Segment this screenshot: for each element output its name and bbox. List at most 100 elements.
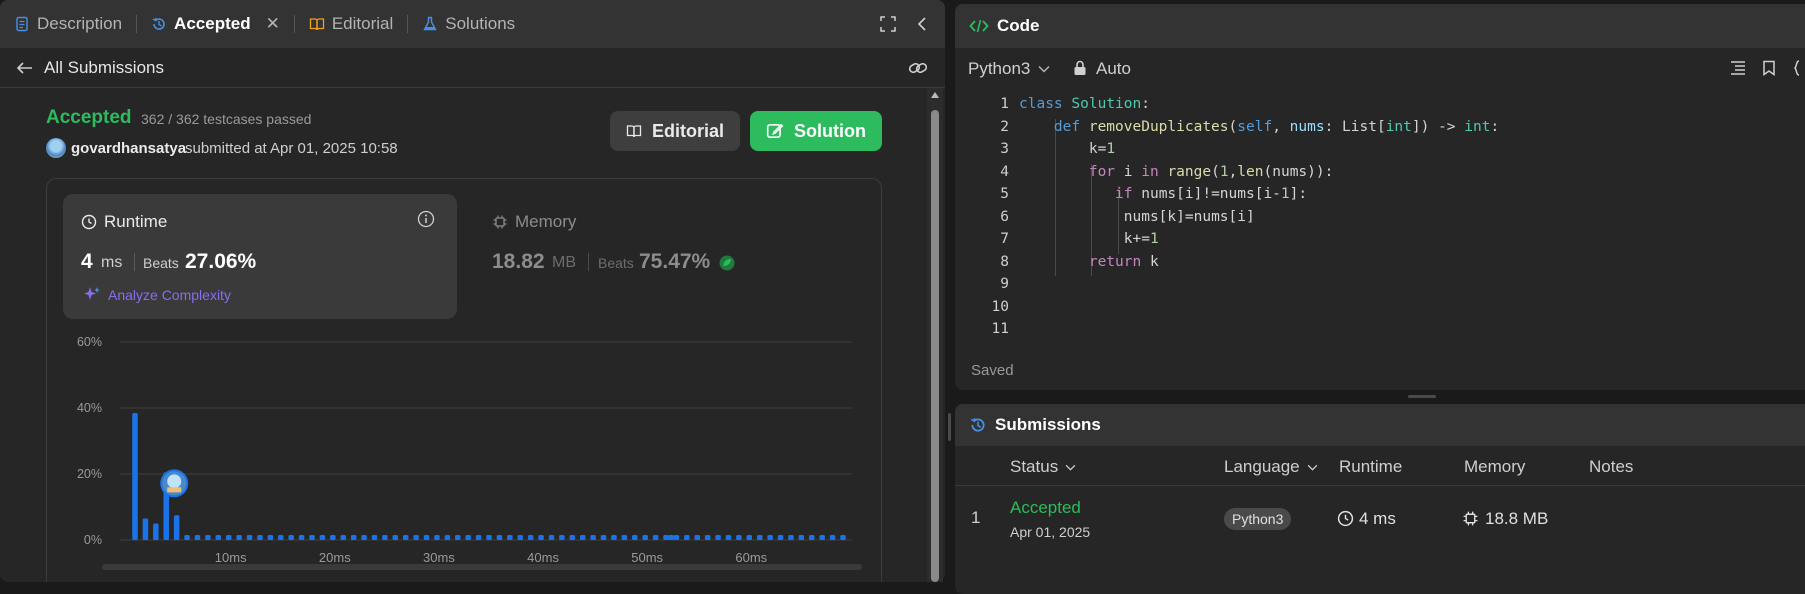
your-submission-avatar-marker[interactable] bbox=[160, 469, 189, 498]
chart-bar[interactable] bbox=[756, 535, 763, 540]
chart-bar[interactable] bbox=[142, 518, 149, 540]
chart-bar[interactable] bbox=[215, 535, 222, 540]
chart-bar[interactable] bbox=[704, 535, 711, 540]
language-select[interactable]: Python3 bbox=[968, 59, 1050, 79]
chart-bar[interactable] bbox=[132, 412, 138, 540]
chart-bar[interactable] bbox=[694, 535, 700, 540]
chart-bar[interactable] bbox=[663, 535, 669, 540]
close-icon[interactable]: ✕ bbox=[266, 14, 280, 34]
chart-bar[interactable] bbox=[632, 535, 638, 540]
chart-bar[interactable] bbox=[413, 535, 419, 540]
chart-bar[interactable] bbox=[611, 535, 617, 540]
chart-bar[interactable] bbox=[246, 535, 253, 540]
format-icon[interactable] bbox=[1730, 61, 1746, 75]
chart-bar[interactable] bbox=[153, 523, 159, 541]
chart-bar[interactable] bbox=[673, 535, 680, 540]
chart-bar[interactable] bbox=[767, 535, 773, 540]
chart-bar[interactable] bbox=[173, 515, 180, 540]
chart-bar[interactable] bbox=[725, 535, 732, 540]
chart-bar[interactable] bbox=[819, 535, 825, 540]
scrollbar-thumb[interactable] bbox=[931, 110, 939, 582]
chart-bar[interactable] bbox=[465, 535, 471, 540]
chart-bar[interactable] bbox=[298, 535, 305, 540]
chart-bar[interactable] bbox=[486, 535, 492, 540]
autocomplete-mode[interactable]: Auto bbox=[1096, 59, 1131, 79]
chart-bar[interactable] bbox=[267, 535, 274, 540]
chart-bar[interactable] bbox=[194, 535, 201, 540]
code-editor[interactable]: 1 2 3 4 5 6 7 8 9 10 11 class Solution: def removeD… bbox=[955, 96, 1805, 356]
table-row[interactable]: 1 Accepted Apr 01, 2025 Python3 4 ms 18.… bbox=[955, 486, 1805, 550]
chart-bar[interactable] bbox=[371, 535, 378, 540]
tab-description[interactable]: Description bbox=[14, 14, 122, 34]
chart-bar[interactable] bbox=[548, 535, 555, 540]
row-status[interactable]: Accepted bbox=[1010, 498, 1081, 518]
chart-bar[interactable] bbox=[475, 535, 482, 540]
chart-bar[interactable] bbox=[642, 535, 648, 540]
chart-bar[interactable] bbox=[652, 535, 659, 540]
chart-bar[interactable] bbox=[668, 535, 674, 540]
chart-bar[interactable] bbox=[809, 535, 815, 540]
resize-handle[interactable] bbox=[1408, 395, 1436, 398]
chart-bar[interactable] bbox=[527, 535, 534, 540]
chart-bar[interactable] bbox=[236, 535, 242, 540]
chart-bar[interactable] bbox=[309, 535, 315, 540]
chart-bar[interactable] bbox=[434, 535, 440, 540]
chart-bar[interactable] bbox=[538, 535, 544, 540]
chart-bar[interactable] bbox=[736, 535, 742, 540]
chart-bar[interactable] bbox=[330, 535, 336, 540]
chart-bar[interactable] bbox=[777, 535, 784, 540]
chart-bar[interactable] bbox=[559, 535, 565, 540]
chart-bar[interactable] bbox=[444, 535, 451, 540]
solution-button[interactable]: Solution bbox=[750, 111, 882, 151]
chart-bar[interactable] bbox=[590, 535, 596, 540]
chart-bar[interactable] bbox=[798, 535, 805, 540]
chart-bar[interactable] bbox=[402, 535, 409, 540]
arrow-left-icon[interactable] bbox=[16, 61, 34, 75]
left-scrollbar[interactable] bbox=[927, 88, 943, 582]
all-submissions-link[interactable]: All Submissions bbox=[44, 58, 164, 78]
chart-bar[interactable] bbox=[517, 535, 523, 540]
chart-bar[interactable] bbox=[205, 535, 211, 540]
language-column-header[interactable]: Language bbox=[1224, 457, 1318, 477]
chart-bar[interactable] bbox=[278, 535, 284, 540]
chart-bar[interactable] bbox=[746, 535, 753, 540]
chart-bar[interactable] bbox=[621, 535, 628, 540]
chart-bar[interactable] bbox=[382, 535, 388, 540]
editorial-button[interactable]: Editorial bbox=[610, 111, 740, 151]
analyze-complexity-link[interactable]: Analyze Complexity bbox=[108, 287, 231, 303]
chart-bar[interactable] bbox=[684, 535, 690, 540]
chart-bar[interactable] bbox=[319, 535, 326, 540]
info-icon[interactable] bbox=[417, 210, 435, 228]
username[interactable]: govardhansatya bbox=[71, 140, 186, 157]
chart-bar[interactable] bbox=[507, 535, 513, 540]
tab-editorial[interactable]: Editorial bbox=[309, 14, 393, 34]
resize-handle-vertical[interactable] bbox=[948, 413, 951, 441]
link-icon[interactable] bbox=[908, 59, 928, 77]
chart-bar[interactable] bbox=[361, 535, 367, 540]
chart-bar[interactable] bbox=[392, 535, 399, 540]
chart-bar[interactable] bbox=[715, 535, 721, 540]
chart-bar[interactable] bbox=[829, 535, 836, 540]
tab-accepted[interactable]: Accepted ✕ bbox=[151, 14, 280, 34]
bookmark-icon[interactable] bbox=[1762, 60, 1776, 76]
chart-bar[interactable] bbox=[423, 535, 430, 540]
chart-bar[interactable] bbox=[455, 535, 461, 540]
chart-bar[interactable] bbox=[788, 535, 794, 540]
chart-bar[interactable] bbox=[288, 535, 294, 540]
chart-bar[interactable] bbox=[579, 535, 586, 540]
chart-bar[interactable] bbox=[350, 535, 357, 540]
chart-bar[interactable] bbox=[225, 535, 232, 540]
fullscreen-icon[interactable] bbox=[880, 16, 896, 32]
status-column-header[interactable]: Status bbox=[1010, 457, 1076, 477]
chart-bar[interactable] bbox=[569, 535, 576, 540]
runtime-card[interactable]: Runtime 4 ms Beats 27.06% Analyze Comple… bbox=[63, 194, 457, 319]
chart-bar[interactable] bbox=[496, 535, 503, 540]
chart-bar[interactable] bbox=[600, 535, 607, 540]
memory-card[interactable]: Memory 18.82 MB Beats 75.47% bbox=[474, 194, 868, 319]
tab-solutions[interactable]: Solutions bbox=[422, 14, 515, 34]
chart-range-slider[interactable] bbox=[102, 564, 862, 570]
chart-bar[interactable] bbox=[184, 535, 190, 540]
braces-icon[interactable] bbox=[1794, 60, 1805, 76]
chart-bar[interactable] bbox=[340, 535, 346, 540]
chart-bar[interactable] bbox=[840, 535, 846, 540]
